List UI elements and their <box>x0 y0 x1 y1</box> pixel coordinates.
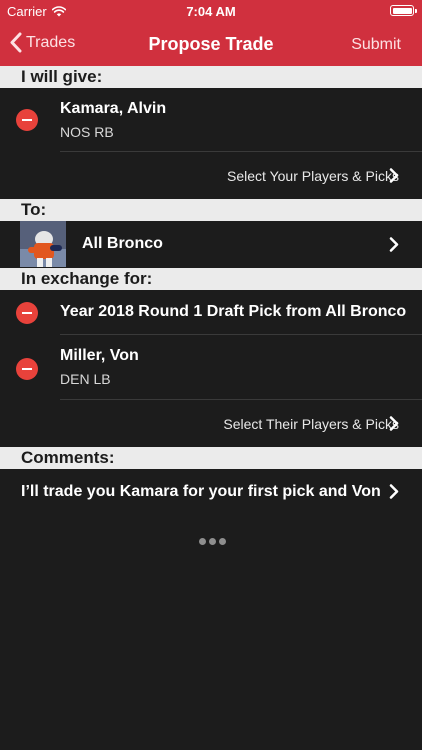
trade-partner-name: All Bronco <box>82 235 163 252</box>
status-time: 7:04 AM <box>186 4 236 19</box>
row-divider <box>60 399 422 400</box>
select-their-players-link[interactable]: Select Their Players & Picks <box>223 416 399 432</box>
remove-icon[interactable] <box>16 358 38 380</box>
header-bar: Carrier 7:04 AM Trades Propose Trade Sub… <box>0 0 422 66</box>
select-their-players-label: Select Their Players & Picks <box>223 416 399 432</box>
section-header-give: I will give: <box>0 66 422 88</box>
chevron-right-icon <box>389 168 399 183</box>
player-name: Miller, Von <box>60 347 139 364</box>
give-player-row[interactable]: Kamara, Alvin NOS RB <box>0 88 422 152</box>
receive-item-row[interactable]: Miller, Von DEN LB <box>0 336 422 400</box>
chevron-right-icon <box>389 484 399 499</box>
remove-icon[interactable] <box>16 302 38 324</box>
row-divider <box>60 334 422 335</box>
back-chevron-icon <box>10 32 22 53</box>
player-team-position: NOS RB <box>60 124 114 140</box>
chevron-right-icon <box>389 416 399 431</box>
remove-icon[interactable] <box>16 109 38 131</box>
back-button[interactable]: Trades <box>10 32 75 53</box>
team-avatar <box>20 221 66 267</box>
select-your-players-row[interactable]: Select Your Players & Picks <box>0 153 422 198</box>
more-icon <box>199 538 226 545</box>
section-header-to: To: <box>0 199 422 221</box>
row-divider <box>60 151 422 152</box>
player-name: Kamara, Alvin <box>60 100 167 117</box>
player-team-position: DEN LB <box>60 371 111 387</box>
receive-item-row[interactable]: Year 2018 Round 1 Draft Pick from All Br… <box>0 290 422 335</box>
draft-pick-name: Year 2018 Round 1 Draft Pick from All Br… <box>60 303 407 320</box>
select-your-players-link[interactable]: Select Your Players & Picks <box>227 168 399 184</box>
select-their-players-row[interactable]: Select Their Players & Picks <box>0 401 422 446</box>
navigation-bar: Trades Propose Trade Submit <box>0 22 422 66</box>
section-header-receive: In exchange for: <box>0 268 422 290</box>
submit-button[interactable]: Submit <box>351 36 401 54</box>
status-bar: Carrier 7:04 AM <box>0 0 422 22</box>
section-header-comments: Comments: <box>0 447 422 469</box>
battery-icon <box>390 5 417 16</box>
select-your-players-label: Select Your Players & Picks <box>227 168 399 184</box>
chevron-right-icon <box>389 237 399 252</box>
back-label: Trades <box>26 33 76 51</box>
comment-text: I’ll trade you Kamara for your first pic… <box>21 483 381 500</box>
